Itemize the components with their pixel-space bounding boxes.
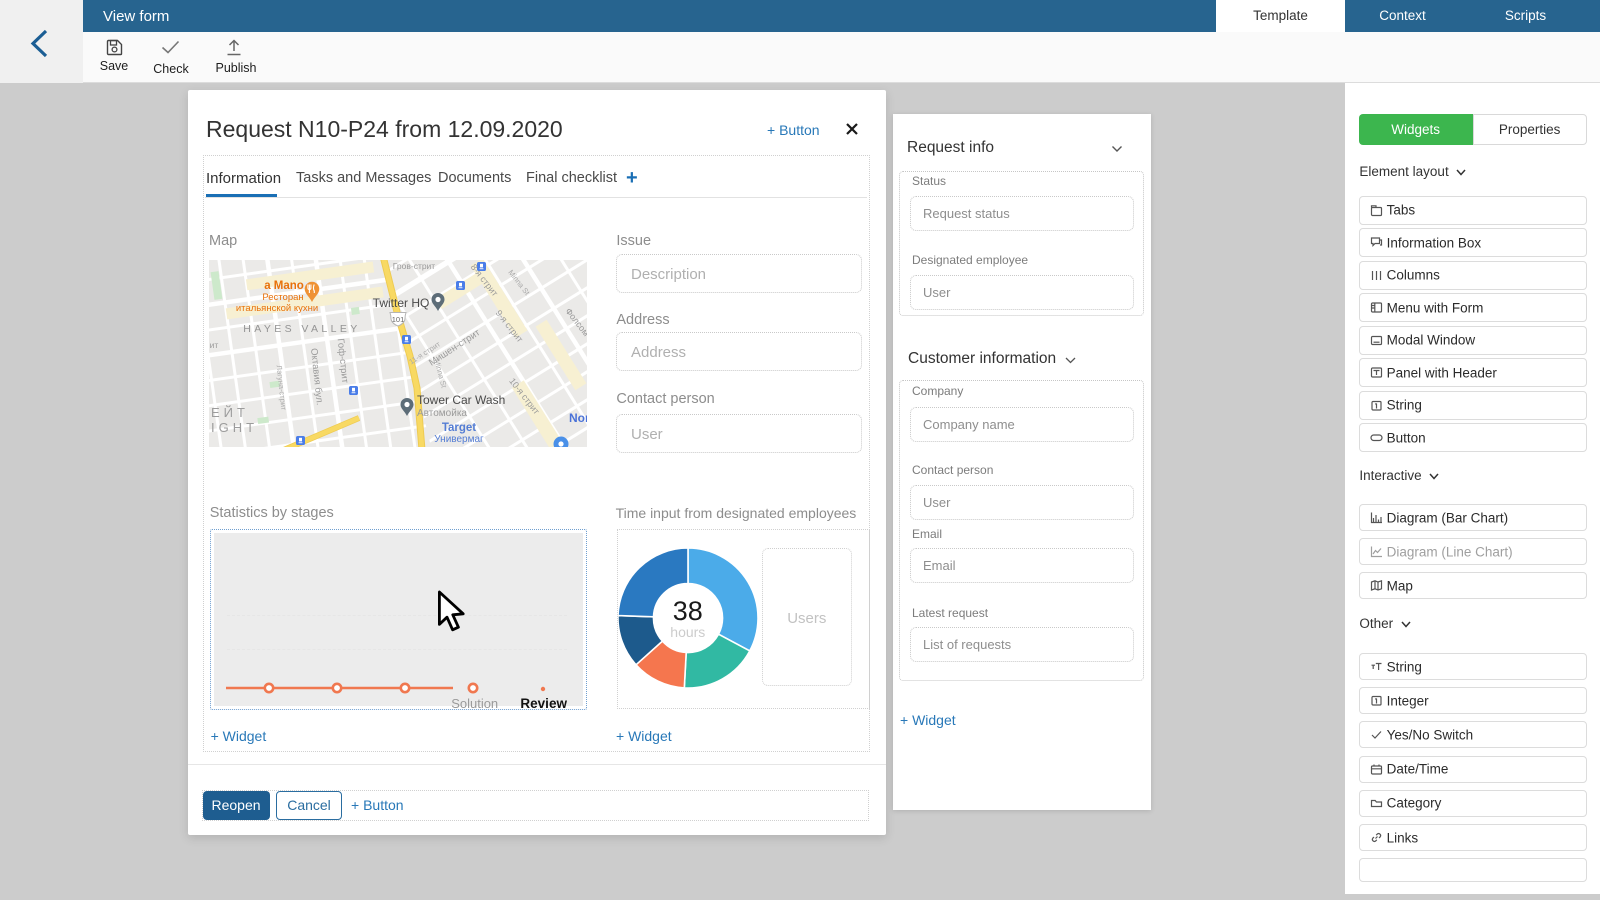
svg-text:ит: ит <box>210 340 219 350</box>
svg-text:HAYES VALLEY: HAYES VALLEY <box>243 323 360 335</box>
svg-text:Nor: Nor <box>569 411 587 425</box>
svg-text:Target: Target <box>442 422 476 434</box>
svg-text:Универмаг: Универмаг <box>434 434 484 445</box>
svg-text:ЕЙТ: ЕЙТ <box>211 405 249 420</box>
svg-text:101: 101 <box>392 315 405 324</box>
svg-text:итальянской кухни: итальянской кухни <box>236 303 318 314</box>
svg-text:a Mano: a Mano <box>264 280 304 292</box>
svg-text:Гров-стрит: Гров-стрит <box>393 261 436 271</box>
svg-text:IGHT: IGHT <box>211 420 258 435</box>
svg-text:Twitter HQ: Twitter HQ <box>373 296 430 310</box>
svg-text:Ресторан: Ресторан <box>262 292 303 303</box>
svg-text:Tower Car Wash: Tower Car Wash <box>417 393 505 407</box>
svg-text:Автомойка: Автомойка <box>417 408 467 419</box>
